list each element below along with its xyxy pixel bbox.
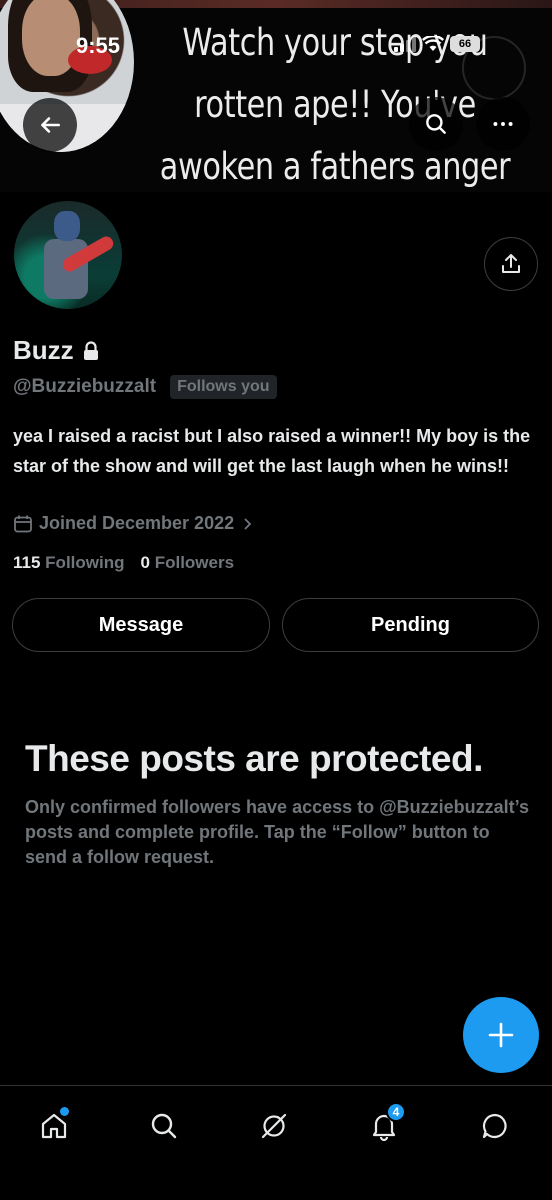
back-button[interactable] (23, 98, 77, 152)
banner-line-2: rotten ape!! You've (194, 83, 476, 126)
protected-title: These posts are protected. (25, 738, 483, 779)
follows-you-badge: Follows you (170, 375, 277, 399)
profile-avatar[interactable] (10, 197, 126, 313)
followers-link[interactable]: 0 Followers (141, 553, 235, 573)
protected-description: Only confirmed followers have access to … (25, 797, 530, 867)
chat-icon (482, 1113, 507, 1139)
wifi-icon (422, 36, 444, 51)
share-button[interactable] (484, 237, 538, 291)
plus-icon (488, 1022, 514, 1048)
search-icon (151, 1113, 177, 1139)
share-icon (502, 254, 520, 273)
notifications-badge: 4 (386, 1102, 406, 1122)
calendar-icon (14, 515, 32, 532)
nav-grok[interactable] (252, 1104, 296, 1148)
search-icon (426, 114, 446, 134)
banner-line-3: awoken a fathers anger (159, 145, 511, 188)
followers-label: Followers (154, 553, 235, 572)
battery-icon: 66 (450, 36, 480, 52)
nav-search[interactable] (142, 1104, 186, 1148)
joined-date[interactable]: Joined December 2022 (13, 513, 254, 534)
bottom-nav: 4 (0, 1085, 552, 1200)
joined-text: Joined December 2022 (39, 513, 235, 533)
search-button[interactable] (409, 97, 463, 151)
profile-banner[interactable]: Watch your step you rotten ape!! You've … (0, 0, 552, 192)
nav-home[interactable] (32, 1104, 76, 1148)
signal-icon (394, 36, 416, 52)
lock-icon (83, 340, 98, 360)
followers-count: 0 (140, 553, 150, 572)
compose-button[interactable] (463, 997, 539, 1073)
profile-name: Buzz (13, 335, 74, 365)
profile-bio: yea I raised a racist but I also raised … (13, 426, 531, 476)
nav-messages[interactable] (473, 1104, 517, 1148)
more-icon (493, 122, 513, 126)
profile-name-row: Buzz (13, 335, 100, 366)
home-unread-dot (60, 1107, 69, 1116)
status-icons: 66 (394, 36, 480, 52)
chevron-right-icon (244, 517, 252, 530)
following-link[interactable]: 115 Following (13, 553, 125, 573)
status-time: 9:55 (76, 33, 121, 58)
grok-icon (261, 1113, 287, 1139)
following-count: 115 (13, 553, 41, 572)
follow-stats: 115 Following 0 Followers (13, 553, 234, 573)
profile-handle: @Buzziebuzzalt (13, 376, 157, 397)
more-button[interactable] (476, 97, 530, 151)
handle-row: @Buzziebuzzalt Follows you (13, 375, 277, 399)
avatar-image (14, 201, 122, 309)
back-arrow-icon (41, 117, 60, 133)
nav-notifications[interactable]: 4 (362, 1102, 406, 1148)
pending-button[interactable]: Pending (282, 598, 539, 652)
message-button[interactable]: Message (12, 598, 270, 652)
following-label: Following (45, 553, 125, 572)
